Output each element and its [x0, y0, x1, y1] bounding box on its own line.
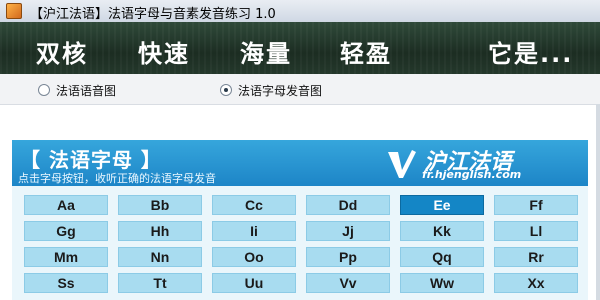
banner-word-1: 双核 [36, 40, 88, 68]
letter-key-ff[interactable]: Ff [494, 195, 578, 215]
letter-key-pp[interactable]: Pp [306, 247, 390, 267]
letter-key-ee[interactable]: Ee [400, 195, 484, 215]
hujiang-logo: 沪江法语 fr.hjenglish.com [372, 142, 582, 184]
letter-key-nn[interactable]: Nn [118, 247, 202, 267]
alphabet-panel-header: 【 法语字母 】 点击字母按钮，收听正确的法语字母发音 沪江法语 fr.hjen… [12, 140, 588, 186]
letter-key-ll[interactable]: Ll [494, 221, 578, 241]
radio-alphabet-chart-circle[interactable] [220, 84, 232, 96]
view-option-bar: 法语语音图 法语字母发音图 [0, 74, 600, 105]
letter-key-xx[interactable]: Xx [494, 273, 578, 293]
letter-key-rr[interactable]: Rr [494, 247, 578, 267]
brand-domain: fr.hjenglish.com [422, 168, 522, 181]
letter-key-ww[interactable]: Ww [400, 273, 484, 293]
letter-key-bb[interactable]: Bb [118, 195, 202, 215]
radio-alphabet-chart[interactable]: 法语字母发音图 [220, 82, 322, 98]
letter-key-qq[interactable]: Qq [400, 247, 484, 267]
radio-phonetic-chart-circle[interactable] [38, 84, 50, 96]
window-title: 【沪江法语】法语字母与音素发音练习 1.0 [30, 7, 276, 22]
letter-key-uu[interactable]: Uu [212, 273, 296, 293]
letter-key-aa[interactable]: Aa [24, 195, 108, 215]
panel-subtitle: 点击字母按钮，收听正确的法语字母发音 [18, 172, 216, 185]
window-right-border [596, 104, 600, 300]
hujiang-logo-icon [388, 150, 416, 178]
letter-key-gg[interactable]: Gg [24, 221, 108, 241]
letter-key-cc[interactable]: Cc [212, 195, 296, 215]
letter-key-oo[interactable]: Oo [212, 247, 296, 267]
radio-phonetic-chart-label: 法语语音图 [56, 83, 117, 98]
radio-phonetic-chart[interactable]: 法语语音图 [38, 82, 116, 98]
promo-banner[interactable]: 双核 快速 海量 轻盈 它是... [0, 22, 600, 74]
title-bar: 【沪江法语】法语字母与音素发音练习 1.0 [0, 0, 600, 23]
letter-key-hh[interactable]: Hh [118, 221, 202, 241]
banner-word-4: 轻盈 [340, 40, 392, 68]
radio-alphabet-chart-label: 法语字母发音图 [238, 83, 323, 98]
letter-key-tt[interactable]: Tt [118, 273, 202, 293]
panel-title: 【 法语字母 】 [20, 148, 162, 172]
letter-key-ii[interactable]: Ii [212, 221, 296, 241]
banner-word-3: 海量 [240, 40, 292, 68]
banner-word-2: 快速 [138, 40, 190, 68]
letter-key-ss[interactable]: Ss [24, 273, 108, 293]
letter-key-mm[interactable]: Mm [24, 247, 108, 267]
letter-key-jj[interactable]: Jj [306, 221, 390, 241]
banner-word-5: 它是... [488, 40, 574, 68]
app-icon [6, 3, 22, 19]
letter-key-dd[interactable]: Dd [306, 195, 390, 215]
letter-key-vv[interactable]: Vv [306, 273, 390, 293]
letter-key-kk[interactable]: Kk [400, 221, 484, 241]
